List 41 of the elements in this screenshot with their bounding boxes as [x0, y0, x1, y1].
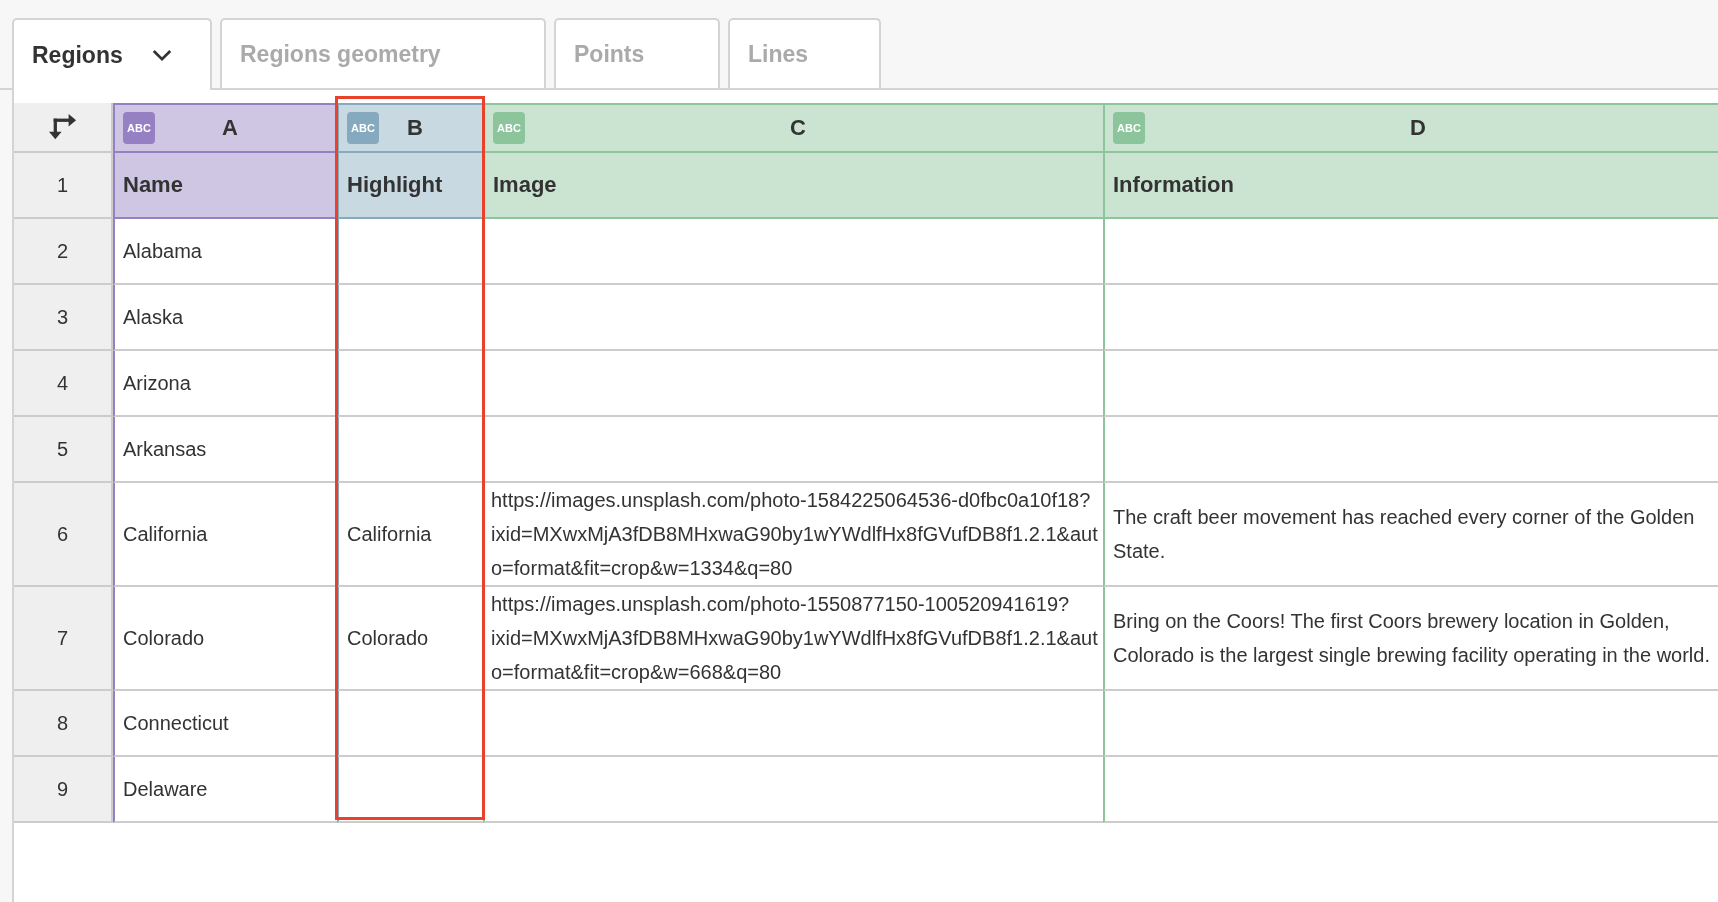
type-badge: ABC — [493, 112, 525, 144]
row-number[interactable]: 1 — [14, 153, 113, 219]
table-cell: California — [113, 483, 337, 587]
row-number[interactable]: 7 — [14, 587, 113, 691]
table-cell: Bring on the Coors! The first Coors brewery location in Golden, Colorado is the largest single brewing facility operating in the world. — [1103, 587, 1718, 691]
table-cell: Colorado — [113, 587, 337, 691]
column-letter: D — [1409, 115, 1427, 141]
row-number[interactable]: 3 — [14, 285, 113, 351]
header-cell: Name — [113, 153, 337, 219]
type-badge: ABC — [347, 112, 379, 144]
row-number[interactable]: 9 — [14, 757, 113, 823]
row-number[interactable]: 2 — [14, 219, 113, 285]
header-cell: Highlight — [337, 153, 483, 219]
row-number[interactable]: 6 — [14, 483, 113, 587]
table-cell: Colorado — [337, 587, 483, 691]
table-cell: Arkansas — [113, 417, 337, 483]
column-letter: C — [789, 115, 807, 141]
row-number[interactable]: 8 — [14, 691, 113, 757]
table-cell: Arizona — [113, 351, 337, 417]
column-header[interactable]: ABC A — [113, 103, 337, 153]
type-badge: ABC — [1113, 112, 1145, 144]
row-number[interactable]: 5 — [14, 417, 113, 483]
chevron-down-icon[interactable] — [150, 47, 173, 63]
column-header[interactable]: ABC D — [1103, 103, 1718, 153]
table-cell: https://images.unsplash.com/photo-1550877150-100520941619?ixid=MXwxMjA3fDB8MHxwaG90by1wYWdlfHx8fGVufDB8f1.2.1&auto=format&fit=crop&w=668&q=80 — [483, 587, 1103, 691]
table-cell: Delaware — [113, 757, 337, 823]
header-cell: Information — [1103, 153, 1718, 219]
table-cell: Alaska — [113, 285, 337, 351]
row-number[interactable]: 4 — [14, 351, 113, 417]
column-letter: A — [221, 115, 239, 141]
column-header[interactable]: ABC C — [483, 103, 1103, 153]
sheet-tab[interactable]: Regions — [12, 18, 212, 90]
table-cell: Alabama — [113, 219, 337, 285]
table-cell: California — [337, 483, 483, 587]
column-header[interactable]: ABC B — [337, 103, 483, 153]
type-badge: ABC — [123, 112, 155, 144]
header-cell: Image — [483, 153, 1103, 219]
corner-arrow-icon[interactable] — [47, 113, 78, 141]
column-letter: B — [406, 115, 424, 141]
table-cell: The craft beer movement has reached every corner of the Golden State. — [1103, 483, 1718, 587]
table-cell: Connecticut — [113, 691, 337, 757]
